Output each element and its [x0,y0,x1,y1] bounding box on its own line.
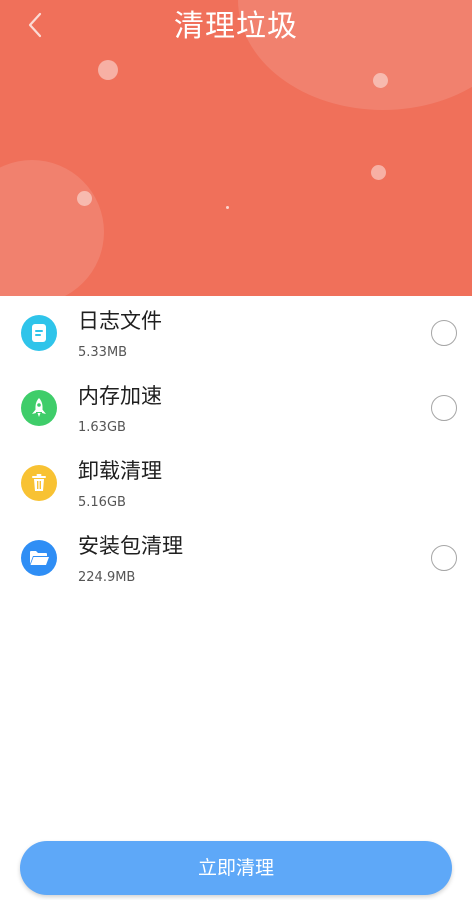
page-title: 清理垃圾 [174,9,298,44]
list-item-memory-boost[interactable]: 内存加速 1.63GB [0,371,472,446]
document-icon [21,315,57,351]
decorative-dot [98,60,118,80]
item-name: 内存加速 [78,384,162,408]
item-name: 安装包清理 [78,534,183,558]
trash-icon [21,465,57,501]
decorative-dot [226,206,229,209]
select-radio[interactable] [431,545,457,571]
junk-category-list: 日志文件 5.33MB 内存加速 1.63GB 卸载清理 5.16GB 安装包清… [0,296,472,596]
decorative-circle [0,160,104,296]
list-item-uninstall-cleanup[interactable]: 卸载清理 5.16GB [0,446,472,521]
header: 清理垃圾 [0,0,472,296]
decorative-dot [373,73,388,88]
rocket-icon [21,390,57,426]
item-size: 5.16GB [78,495,126,510]
item-name: 卸载清理 [78,459,162,483]
folder-icon [21,540,57,576]
item-size: 224.9MB [78,570,136,585]
clean-now-button[interactable]: 立即清理 [20,841,452,895]
decorative-dot [77,191,92,206]
item-size: 1.63GB [78,420,126,435]
item-name: 日志文件 [78,309,162,333]
list-item-log-files[interactable]: 日志文件 5.33MB [0,296,472,371]
list-item-package-cleanup[interactable]: 安装包清理 224.9MB [0,521,472,596]
item-size: 5.33MB [78,345,128,360]
decorative-dot [371,165,386,180]
select-radio[interactable] [431,320,457,346]
select-radio[interactable] [431,395,457,421]
